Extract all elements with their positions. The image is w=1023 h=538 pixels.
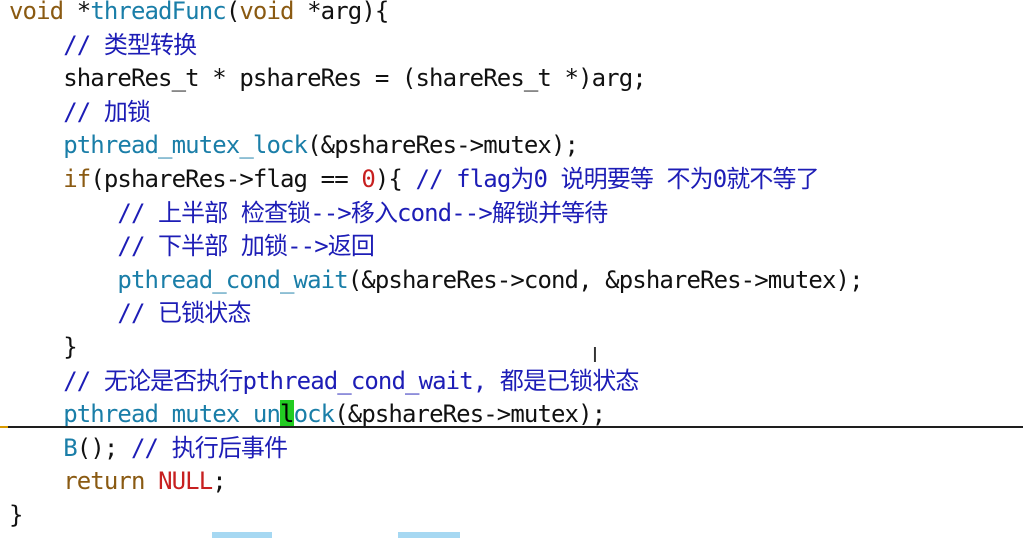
code-token-fn: pthread_mutex_un: [63, 400, 281, 429]
code-line[interactable]: void *threadFunc(void *arg){: [9, 0, 863, 29]
code-token-kw: void: [239, 0, 294, 25]
code-line[interactable]: // 加锁: [9, 96, 863, 130]
code-line[interactable]: // 类型转换: [9, 29, 863, 63]
code-editor[interactable]: void *threadFunc(void *arg){ // 类型转换 sha…: [0, 0, 1023, 538]
search-highlight: [212, 532, 272, 538]
code-line[interactable]: B(); // 执行后事件: [9, 432, 863, 466]
code-token-kw: return: [63, 467, 145, 496]
code-area[interactable]: void *threadFunc(void *arg){ // 类型转换 sha…: [9, 0, 864, 533]
code-line[interactable]: return NULL;: [9, 465, 863, 499]
code-token-plain: *: [63, 0, 91, 25]
code-token-plain: (&pshareRes->cond, &pshareRes->mutex);: [347, 265, 864, 294]
code-token-plain: ){: [374, 164, 416, 193]
code-line[interactable]: }: [9, 331, 863, 365]
code-line[interactable]: // 无论是否执行pthread_cond_wait, 都是已锁状态: [9, 365, 863, 399]
code-line[interactable]: shareRes_t * pshareRes = (shareRes_t *)a…: [9, 62, 863, 96]
code-line[interactable]: }: [9, 499, 863, 533]
code-line[interactable]: // 下半部 加锁-->返回: [9, 230, 863, 264]
code-token-plain: }: [9, 332, 77, 361]
code-token-plain: ();: [76, 433, 131, 462]
code-token-plain: }: [9, 500, 23, 529]
code-line[interactable]: pthread_cond_wait(&pshareRes->cond, &psh…: [9, 264, 863, 298]
code-token-fn: B: [63, 433, 77, 462]
search-highlight: [398, 532, 460, 538]
code-token-fn: threadFunc: [90, 0, 226, 25]
code-token-plain: *arg){: [293, 0, 389, 25]
code-token-plain: (: [225, 0, 240, 25]
current-line-marker: [0, 426, 8, 428]
code-token-plain: (&pshareRes->mutex);: [334, 400, 606, 429]
code-line[interactable]: // 已锁状态: [9, 297, 863, 331]
code-token-cmt: // 类型转换: [9, 30, 197, 59]
code-token-cmt: // 下半部 加锁-->返回: [9, 232, 374, 261]
code-token-cmt: // 已锁状态: [9, 299, 251, 328]
code-token-plain: ;: [212, 467, 226, 496]
text-caret: l: [280, 400, 294, 429]
code-token-plain: shareRes_t * pshareRes = (shareRes_t *)a…: [9, 64, 647, 93]
code-token-null: NULL: [158, 467, 213, 496]
code-line[interactable]: if(pshareRes->flag == 0){ // flag为0 说明要等…: [9, 163, 863, 197]
code-token-plain: (pshareRes->flag ==: [90, 164, 362, 193]
code-token-kw: if: [63, 164, 91, 193]
code-token-num: 0: [361, 164, 375, 193]
code-token-fn: pthread_mutex_lock: [63, 131, 308, 160]
current-line-indicator: [0, 426, 1023, 428]
code-token-plain: (&pshareRes->mutex);: [307, 131, 579, 160]
code-token-fn: pthread_cond_wait: [117, 265, 348, 294]
code-line[interactable]: // 上半部 检查锁-->移入cond-->解锁并等待: [9, 197, 863, 231]
text-cursor-icon: I: [592, 343, 598, 367]
code-line[interactable]: pthread_mutex_lock(&pshareRes->mutex);: [9, 129, 863, 163]
code-token-cmt: // 执行后事件: [130, 433, 288, 462]
code-token-cmt: // flag为0 说明要等 不为0就不等了: [415, 164, 820, 193]
code-token-cmt: // 无论是否执行pthread_cond_wait, 都是已锁状态: [9, 366, 639, 395]
code-token-cmt: // 加锁: [9, 97, 151, 126]
code-token-fn: ock: [293, 400, 336, 429]
code-token-cmt: // 上半部 检查锁-->移入cond-->解锁并等待: [9, 198, 608, 227]
code-token-kw: void: [9, 0, 64, 25]
